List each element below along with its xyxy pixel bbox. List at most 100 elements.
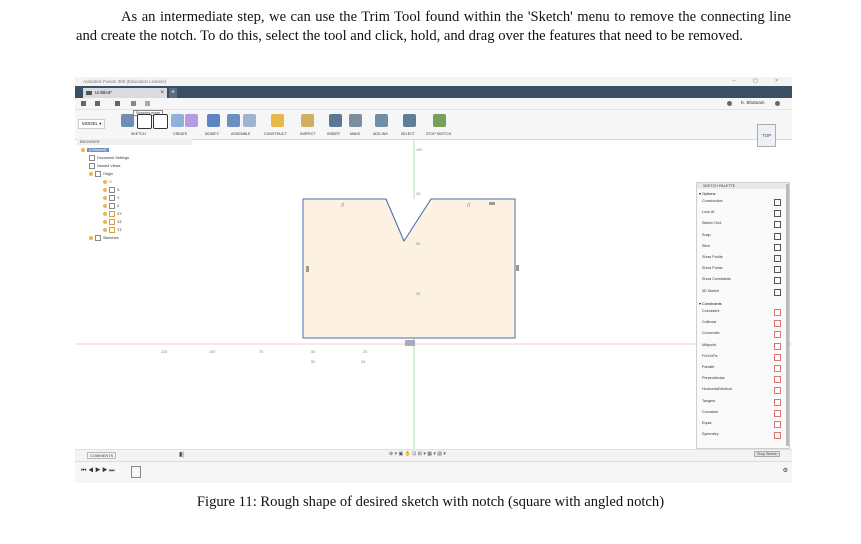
browser-item-xy-plane[interactable]: XY (103, 211, 122, 218)
checkbox-icon[interactable] (774, 243, 781, 251)
create-sketch-icon[interactable] (121, 114, 134, 127)
constraint-row[interactable]: Parallel (702, 363, 784, 372)
option-row[interactable]: Construction (702, 197, 784, 206)
constraint-icon[interactable] (774, 331, 781, 339)
browser-item-yz-plane[interactable]: YZ (103, 227, 122, 234)
option-row[interactable]: Snap (702, 231, 784, 240)
sphere-icon[interactable] (185, 114, 198, 127)
line-icon[interactable] (137, 114, 152, 129)
menu-stop-sketch[interactable]: STOP SKETCH (426, 132, 451, 136)
option-row[interactable]: Show Profile (702, 253, 784, 262)
option-row[interactable]: Look At (702, 208, 784, 218)
file-icon[interactable] (95, 101, 100, 106)
comments-panel[interactable]: COMMENTS (87, 452, 117, 459)
press-pull-icon[interactable] (207, 114, 220, 127)
constraint-row[interactable]: Equal (702, 419, 784, 428)
account-menu[interactable]: K. Bhatnam (741, 100, 765, 105)
constraint-icon[interactable] (774, 387, 781, 395)
constraint-icon[interactable] (774, 365, 781, 372)
option-row[interactable]: Sketch Grid (702, 219, 784, 229)
insert-image-icon[interactable] (329, 114, 342, 127)
browser-item-origin-point[interactable]: O (103, 179, 112, 186)
constraint-icon[interactable] (774, 409, 781, 417)
browser-item-y-axis[interactable]: Y (103, 195, 120, 202)
sketch-history-icon[interactable] (131, 466, 141, 478)
rectangle-icon[interactable] (153, 114, 168, 129)
constraint-row[interactable]: Tangent (702, 397, 784, 406)
browser-item-sketches[interactable]: Sketches (89, 235, 119, 242)
workspace-switcher[interactable]: MODEL ▾ (78, 119, 106, 129)
checkbox-icon[interactable] (774, 221, 781, 229)
constraint-row[interactable]: Symmetry (702, 430, 784, 440)
constraints-section-title[interactable]: ▾ Constraints (699, 301, 722, 306)
comments-toggle[interactable]: ▮| (179, 451, 184, 458)
constraint-row[interactable]: Horizontal/Vertical (702, 385, 784, 395)
constraint-row[interactable]: Collinear (702, 318, 784, 328)
undo-icon[interactable] (131, 101, 136, 106)
menu-create[interactable]: CREATE (173, 132, 187, 136)
checkbox-icon[interactable] (774, 288, 781, 296)
save-icon[interactable] (115, 101, 120, 106)
constraint-icon[interactable] (774, 309, 781, 316)
make-icon[interactable] (349, 114, 362, 127)
option-row[interactable]: Slice (702, 242, 784, 251)
checkbox-icon[interactable] (774, 255, 781, 262)
browser-item-named-views[interactable]: Named Views (89, 163, 120, 170)
constraint-icon[interactable] (774, 432, 781, 440)
browser-item-z-axis[interactable]: Z (103, 203, 119, 210)
help-icon[interactable] (775, 101, 780, 106)
browser-item-origin[interactable]: Origin (89, 171, 113, 178)
constraint-row[interactable]: Midpoint (702, 341, 784, 350)
checkbox-icon[interactable] (774, 277, 781, 285)
timeline-controls[interactable]: ⏮ ◀ ▶ ▶ ⏭ (81, 468, 115, 475)
as-built-joint-icon[interactable] (243, 114, 256, 127)
option-row[interactable]: Show Constraints (702, 275, 784, 285)
joint-icon[interactable] (227, 114, 240, 127)
checkbox-icon[interactable] (774, 266, 781, 274)
new-tab-button[interactable]: + (169, 88, 177, 98)
stop-sketch-button[interactable]: Stop Sketch (754, 451, 781, 457)
box-icon[interactable] (171, 114, 184, 127)
checkbox-icon[interactable] (774, 232, 781, 240)
constraint-icon[interactable] (774, 353, 781, 361)
browser-item-xz-plane[interactable]: XZ (103, 219, 122, 226)
checkbox-icon[interactable] (774, 210, 781, 218)
constraint-row[interactable]: Perpendicular (702, 374, 784, 384)
window-controls[interactable]: – ▢ × (733, 77, 786, 86)
stop-sketch-icon[interactable] (433, 114, 446, 127)
constraint-icon[interactable] (774, 342, 781, 350)
display-settings-icon[interactable]: ⊕ ▾ ▣ ✋ ⊡ ⊞ ▾ ▦ ▾ ▤ ▾ (389, 451, 446, 457)
menu-inspect[interactable]: INSPECT (300, 132, 316, 136)
menu-add-ins[interactable]: ADD-INS (373, 132, 388, 136)
menu-modify[interactable]: MODIFY (205, 132, 219, 136)
checkbox-icon[interactable] (774, 199, 781, 206)
select-icon[interactable] (403, 114, 416, 127)
constraint-row[interactable]: Coincident (702, 307, 784, 316)
menu-assemble[interactable]: ASSEMBLE (231, 132, 250, 136)
constraint-icon[interactable] (774, 376, 781, 384)
redo-icon[interactable] (145, 101, 150, 106)
constraint-icon[interactable] (774, 320, 781, 328)
palette-scrollbar[interactable] (786, 184, 789, 446)
browser-item-x-axis[interactable]: X (103, 187, 120, 194)
menu-construct[interactable]: CONSTRUCT (264, 132, 287, 136)
clock-icon[interactable] (727, 101, 732, 106)
measure-icon[interactable] (301, 114, 314, 127)
menu-select[interactable]: SELECT (401, 132, 415, 136)
add-ins-icon[interactable] (375, 114, 388, 127)
option-row[interactable]: 3D Sketch (702, 287, 784, 296)
browser-header[interactable]: BROWSER (77, 139, 192, 145)
options-section-title[interactable]: ▾ Options (699, 191, 715, 196)
menu-sketch[interactable]: SKETCH (131, 132, 146, 136)
plane-icon[interactable] (271, 114, 284, 127)
document-tab[interactable]: Untitled* × (83, 88, 167, 98)
close-icon[interactable]: × (160, 88, 164, 98)
browser-root[interactable]: (Unsaved) (81, 147, 109, 154)
constraint-row[interactable]: Fix/UnFix (702, 352, 784, 361)
menu-insert[interactable]: INSERT (327, 132, 340, 136)
palette-header[interactable]: SKETCH PALETTE (697, 183, 789, 189)
constraint-icon[interactable] (774, 398, 781, 406)
option-row[interactable]: Show Points (702, 264, 784, 274)
menu-make[interactable]: MAKE (350, 132, 360, 136)
constraint-row[interactable]: Curvature (702, 408, 784, 417)
